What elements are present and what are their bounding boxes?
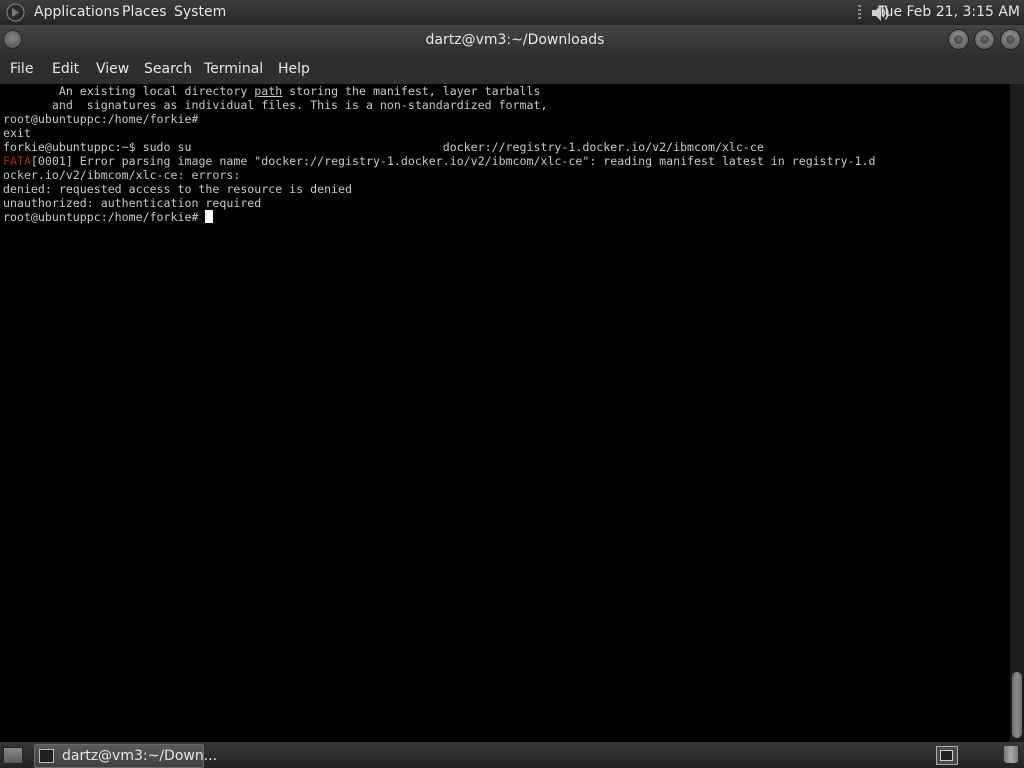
text-cursor bbox=[205, 210, 214, 223]
bottom-panel: dartz@vm3:~/Down... bbox=[0, 742, 1024, 768]
terminal-line: An existing local directory path storing… bbox=[3, 84, 541, 98]
workspace-switcher-icon[interactable] bbox=[936, 746, 958, 765]
terminal-line: root@ubuntuppc:/home/forkie# bbox=[3, 112, 199, 126]
scrollbar-thumb[interactable] bbox=[1012, 672, 1022, 738]
terminal-line: FATA[0001] Error parsing image name "doc… bbox=[3, 154, 876, 168]
taskbar-window-label: dartz@vm3:~/Down... bbox=[62, 748, 218, 764]
system-menu[interactable]: System bbox=[174, 4, 226, 20]
terminal-line: exit bbox=[3, 126, 31, 140]
panel-grip-icon bbox=[858, 5, 861, 19]
terminal-line: and signatures as individual files. This… bbox=[3, 98, 548, 112]
trash-icon[interactable] bbox=[1004, 746, 1018, 763]
show-desktop-icon[interactable] bbox=[3, 747, 23, 764]
menu-view[interactable]: View bbox=[96, 61, 129, 77]
menu-search[interactable]: Search bbox=[144, 61, 192, 77]
applications-menu[interactable]: Applications bbox=[34, 4, 120, 20]
terminal-line: forkie@ubuntuppc:~$ sudo su docker://reg… bbox=[3, 140, 764, 154]
close-button[interactable] bbox=[1001, 30, 1020, 49]
terminal-prompt-line[interactable]: root@ubuntuppc:/home/forkie# bbox=[3, 210, 1010, 224]
taskbar-window-button[interactable]: dartz@vm3:~/Down... bbox=[34, 744, 217, 768]
maximize-button[interactable] bbox=[975, 30, 994, 49]
terminal-icon bbox=[39, 749, 54, 763]
terminal-output[interactable]: An existing local directory path storing… bbox=[0, 84, 1010, 742]
terminal-line: ocker.io/v2/ibmcom/xlc-ce: errors: bbox=[3, 168, 241, 182]
menu-terminal[interactable]: Terminal bbox=[204, 61, 263, 77]
menu-edit[interactable]: Edit bbox=[52, 61, 79, 77]
window-titlebar[interactable]: dartz@vm3:~/Downloads bbox=[0, 25, 1024, 55]
menu-file[interactable]: File bbox=[10, 61, 33, 77]
terminal-menubar: File Edit View Search Terminal Help bbox=[0, 55, 1024, 84]
menu-help[interactable]: Help bbox=[278, 61, 310, 77]
clock[interactable]: Tue Feb 21, 3:15 AM bbox=[878, 4, 1020, 20]
terminal-line: unauthorized: authentication required bbox=[3, 196, 262, 210]
minimize-button[interactable] bbox=[949, 30, 968, 49]
terminal-line: denied: requested access to the resource… bbox=[3, 182, 353, 196]
gnome-foot-icon[interactable] bbox=[6, 3, 25, 22]
places-menu[interactable]: Places bbox=[122, 4, 167, 20]
window-title: dartz@vm3:~/Downloads bbox=[425, 32, 605, 48]
terminal-scrollbar[interactable] bbox=[1010, 84, 1024, 742]
top-panel: Applications Places System Tue Feb 21, 3… bbox=[0, 0, 1024, 25]
